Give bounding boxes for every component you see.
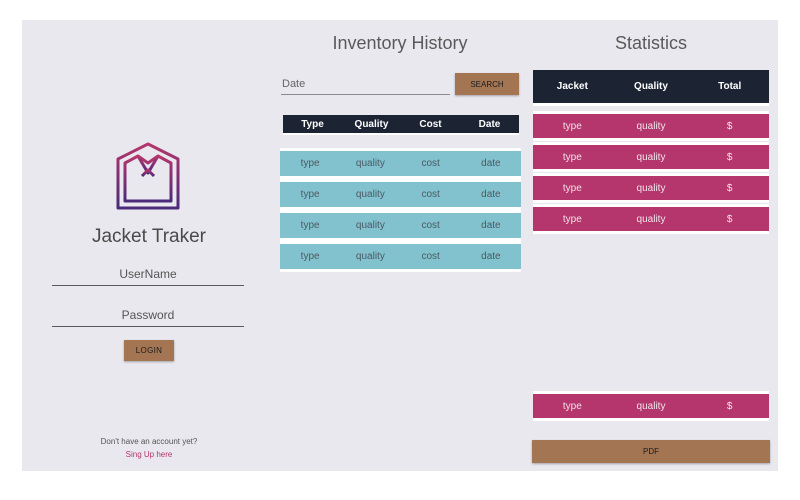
cell-date: date <box>481 220 501 231</box>
cell-cost: cost <box>421 158 440 169</box>
cell-jacket: type <box>562 120 582 132</box>
username-field[interactable] <box>52 263 244 286</box>
cell-type: type <box>300 220 320 231</box>
cell-date: date <box>481 158 501 169</box>
cell-date: date <box>481 189 501 200</box>
cell-quality: quality <box>355 220 385 231</box>
statistics-total-row[interactable]: type quality $ <box>533 391 769 421</box>
cell-jacket: type <box>562 151 582 163</box>
column-header: Cost <box>419 118 442 130</box>
cell-quality: quality <box>636 120 666 132</box>
cell-total: $ <box>726 182 733 194</box>
cell-type: type <box>300 158 320 169</box>
cell-total: $ <box>726 400 733 412</box>
cell-jacket: type <box>562 213 582 225</box>
cell-quality: quality <box>636 400 666 412</box>
app-title: Jacket Traker <box>91 226 207 247</box>
table-row[interactable]: type quality $ <box>533 173 769 203</box>
inventory-table-header: Type Quality Cost Date <box>283 115 519 135</box>
cell-cost: cost <box>421 251 440 262</box>
cell-type: type <box>300 189 320 200</box>
cell-date: date <box>481 251 501 262</box>
table-row[interactable]: type quality $ <box>533 204 769 234</box>
cell-total: $ <box>726 120 733 132</box>
cell-quality: quality <box>636 182 666 194</box>
cell-jacket: type <box>562 182 582 194</box>
cell-type: type <box>300 251 320 262</box>
signup-link[interactable]: Sing Up here <box>52 450 246 459</box>
table-row[interactable]: type quality cost date <box>280 210 521 241</box>
column-header: Quality <box>634 81 668 92</box>
cell-jacket: type <box>562 400 582 412</box>
password-field[interactable] <box>52 304 244 327</box>
table-row[interactable]: type quality $ <box>533 142 769 172</box>
cell-cost: cost <box>421 189 440 200</box>
table-row[interactable]: type quality cost date <box>280 148 521 179</box>
column-header: Quality <box>354 118 389 130</box>
cell-cost: cost <box>421 220 440 231</box>
date-search-input[interactable] <box>281 74 450 95</box>
column-header: Jacket <box>556 81 588 92</box>
pdf-button[interactable]: PDF <box>532 440 770 463</box>
column-header: Date <box>478 118 501 130</box>
jacket-icon <box>116 142 180 210</box>
statistics-table-header: Jacket Quality Total <box>533 70 769 106</box>
cell-total: $ <box>726 151 733 163</box>
inventory-title: Inventory History <box>332 33 468 53</box>
cell-quality: quality <box>636 213 666 225</box>
cell-total: $ <box>726 213 733 225</box>
column-header: Total <box>718 81 742 92</box>
table-row[interactable]: type quality $ <box>533 111 769 141</box>
column-header: Type <box>301 118 324 130</box>
table-row[interactable]: type quality cost date <box>280 179 521 210</box>
cell-quality: quality <box>636 151 666 163</box>
cell-quality: quality <box>355 251 385 262</box>
signup-prompt: Don't have an account yet? <box>100 437 198 446</box>
cell-quality: quality <box>355 158 385 169</box>
statistics-title: Statistics <box>614 33 688 53</box>
login-button[interactable]: LOGIN <box>124 340 174 361</box>
search-button[interactable]: SEARCH <box>455 73 519 95</box>
table-row[interactable]: type quality cost date <box>280 241 521 272</box>
cell-quality: quality <box>355 189 385 200</box>
